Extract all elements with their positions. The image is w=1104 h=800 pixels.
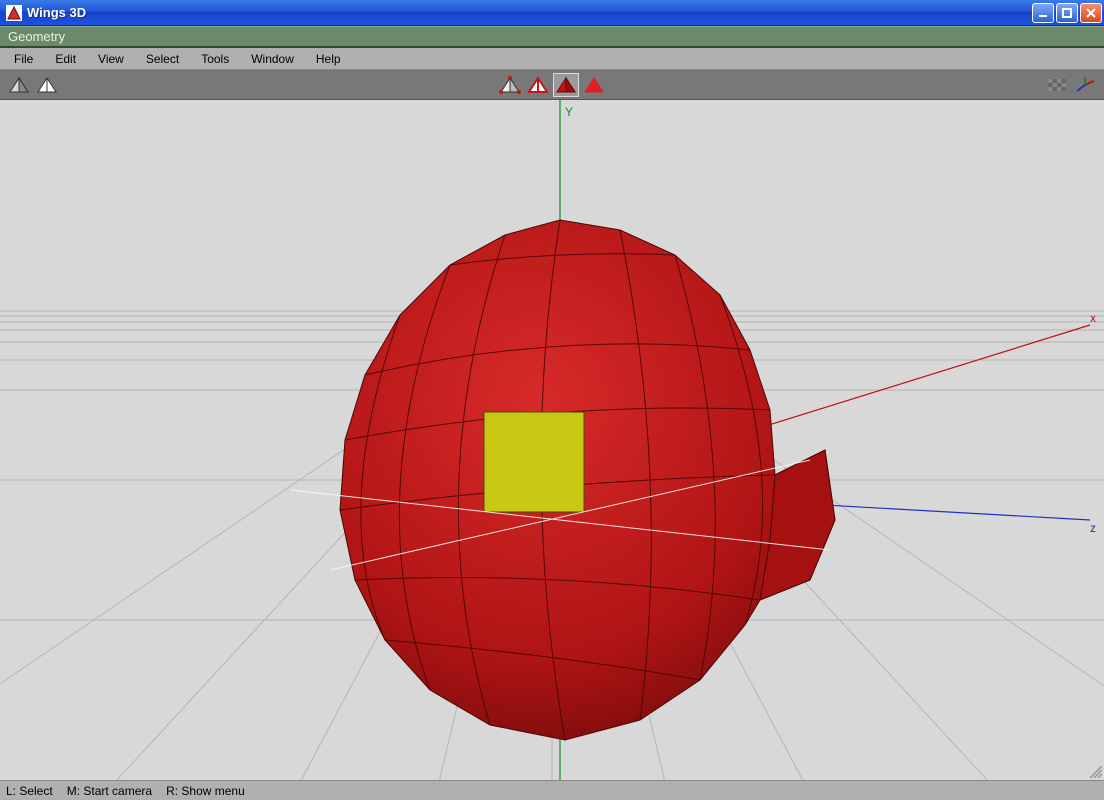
vertex-mode-icon[interactable] xyxy=(497,73,523,97)
face-mode-icon[interactable] xyxy=(553,73,579,97)
panel-label-text: Geometry xyxy=(8,29,65,44)
app-icon xyxy=(6,5,22,21)
wire-pyramid-icon[interactable] xyxy=(34,73,60,97)
selection-mode-group xyxy=(497,73,607,97)
window-controls xyxy=(1032,3,1102,23)
axes-toggle-icon[interactable] xyxy=(1072,73,1098,97)
statusbar: L: Select M: Start camera R: Show menu xyxy=(0,780,1104,800)
panel-label: Geometry xyxy=(0,26,1104,48)
menu-edit[interactable]: Edit xyxy=(45,50,86,68)
window-title: Wings 3D xyxy=(27,5,1032,20)
menu-tools[interactable]: Tools xyxy=(191,50,239,68)
status-right: R: Show menu xyxy=(166,784,245,798)
maximize-button[interactable] xyxy=(1056,3,1078,23)
viewport-3d[interactable]: 128 faces selected xyxy=(0,100,1104,780)
ground-toggle-icon[interactable] xyxy=(1044,73,1070,97)
viewport-canvas: Y x z xyxy=(0,100,1104,780)
body-mode-icon[interactable] xyxy=(581,73,607,97)
menu-select[interactable]: Select xyxy=(136,50,189,68)
window-titlebar: Wings 3D xyxy=(0,0,1104,26)
minimize-button[interactable] xyxy=(1032,3,1054,23)
close-button[interactable] xyxy=(1080,3,1102,23)
axis-z-label: z xyxy=(1090,521,1096,535)
resize-grip[interactable] xyxy=(1086,762,1102,778)
axis-x-label: x xyxy=(1090,311,1096,325)
status-left: L: Select xyxy=(6,784,53,798)
menu-help[interactable]: Help xyxy=(306,50,351,68)
menu-view[interactable]: View xyxy=(88,50,134,68)
toolbar xyxy=(0,70,1104,100)
menu-file[interactable]: File xyxy=(4,50,43,68)
axis-y-label: Y xyxy=(565,105,573,119)
highlighted-face[interactable] xyxy=(484,412,584,512)
status-middle: M: Start camera xyxy=(67,784,152,798)
menubar: File Edit View Select Tools Window Help xyxy=(0,48,1104,70)
shaded-pyramid-icon[interactable] xyxy=(6,73,32,97)
menu-window[interactable]: Window xyxy=(241,50,304,68)
edge-mode-icon[interactable] xyxy=(525,73,551,97)
